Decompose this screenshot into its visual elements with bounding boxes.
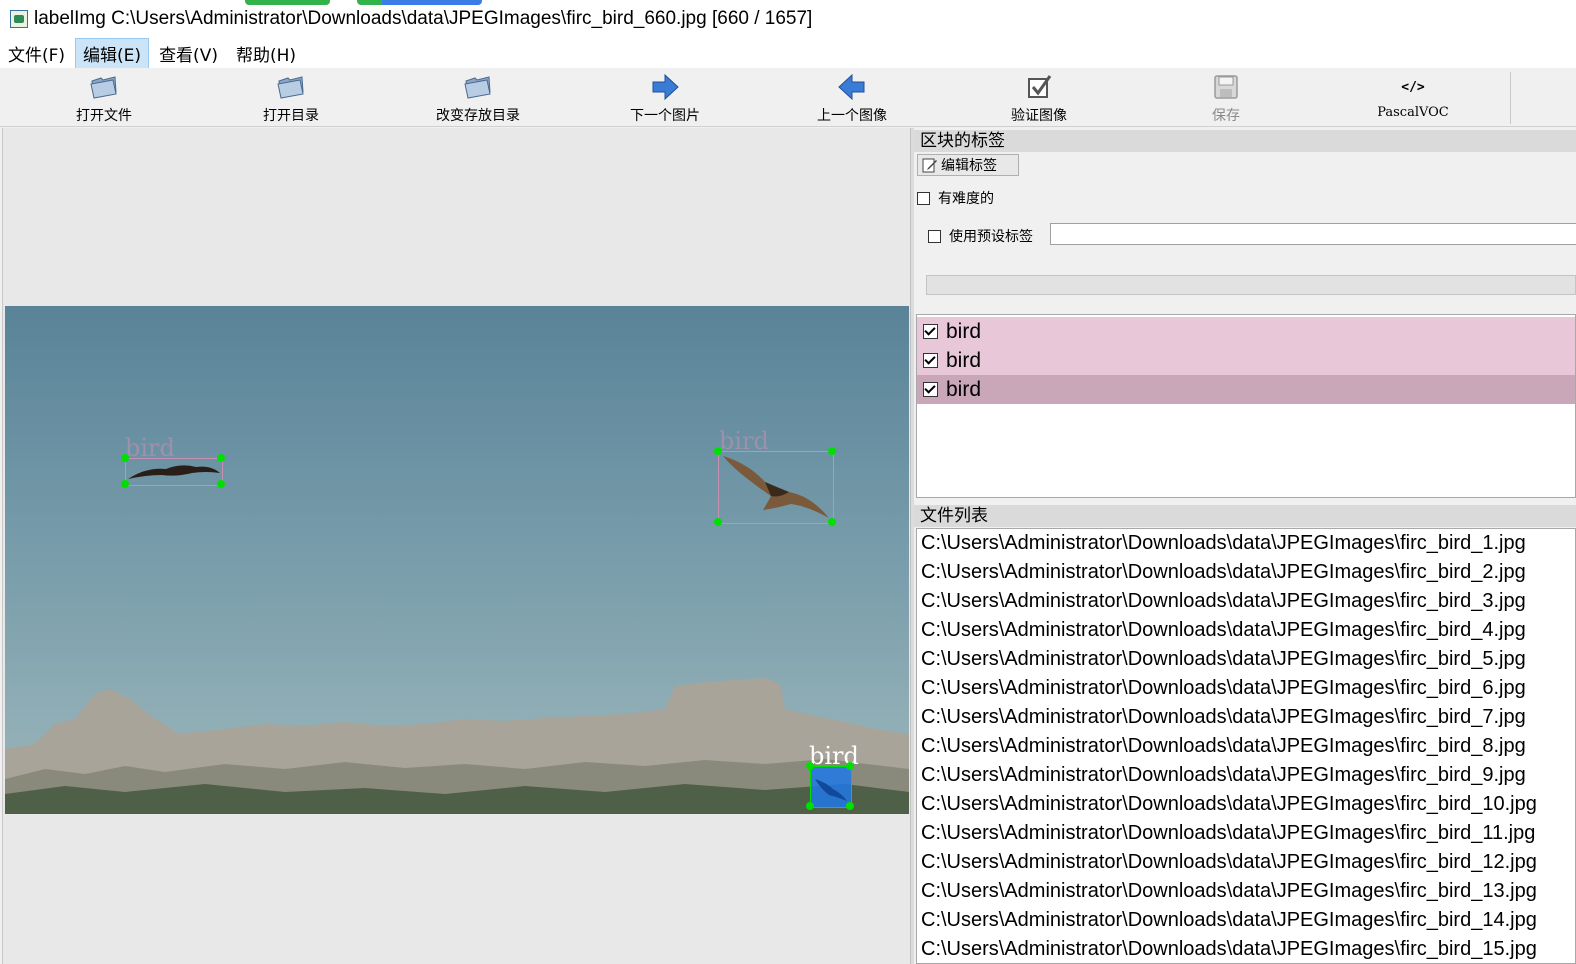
bird-silhouette <box>815 779 847 801</box>
folder-open-icon <box>276 72 306 102</box>
format-toggle-button[interactable]: </> PascalVOC <box>1323 70 1503 124</box>
bbox-handle[interactable] <box>217 454 225 462</box>
menu-help[interactable]: 帮助(H) <box>228 38 304 69</box>
menu-file[interactable]: 文件(F) <box>0 38 73 69</box>
label-list-item[interactable]: bird <box>917 317 1575 346</box>
menu-edit[interactable]: 编辑(E) <box>75 37 150 69</box>
bird-silhouette <box>723 456 829 518</box>
label-visible-checkbox[interactable] <box>923 382 938 397</box>
file-list-item[interactable]: C:\Users\Administrator\Downloads\data\JP… <box>917 906 1575 935</box>
bbox-handle[interactable] <box>714 447 722 455</box>
file-list-item[interactable]: C:\Users\Administrator\Downloads\data\JP… <box>917 645 1575 674</box>
bounding-box[interactable] <box>718 451 834 524</box>
verify-image-label: 验证图像 <box>1011 108 1067 124</box>
label-text: bird <box>946 348 982 372</box>
right-dock: 区块的标签 编辑标签 有难度的 使用预设标签 bird bird bird 文件… <box>914 128 1576 964</box>
image-canvas[interactable]: bird bird bird <box>2 128 911 964</box>
next-image-label: 下一个图片 <box>630 108 700 124</box>
arrow-right-icon <box>650 72 680 102</box>
toolbar-separator <box>1510 72 1511 124</box>
file-list-item[interactable]: C:\Users\Administrator\Downloads\data\JP… <box>917 790 1575 819</box>
change-save-dir-label: 改变存放目录 <box>436 108 520 124</box>
file-list-item[interactable]: C:\Users\Administrator\Downloads\data\JP… <box>917 819 1575 848</box>
file-list-item[interactable]: C:\Users\Administrator\Downloads\data\JP… <box>917 558 1575 587</box>
menu-bar: 文件(F) 编辑(E) 查看(V) 帮助(H) <box>0 37 1576 69</box>
label-list[interactable]: bird bird bird <box>916 314 1576 498</box>
file-list-item[interactable]: C:\Users\Administrator\Downloads\data\JP… <box>917 848 1575 877</box>
save-icon <box>1211 72 1241 102</box>
difficult-row[interactable]: 有难度的 <box>917 188 994 208</box>
app-icon <box>10 10 28 28</box>
open-dir-button[interactable]: 打开目录 <box>201 70 381 124</box>
open-dir-label: 打开目录 <box>263 108 319 124</box>
next-image-button[interactable]: 下一个图片 <box>575 70 755 124</box>
bbox-handle[interactable] <box>121 454 129 462</box>
bbox-handle[interactable] <box>846 762 854 770</box>
default-label-input[interactable] <box>1050 223 1576 245</box>
bbox-handle[interactable] <box>121 480 129 488</box>
file-list-item[interactable]: C:\Users\Administrator\Downloads\data\JP… <box>917 674 1575 703</box>
file-list-item[interactable]: C:\Users\Administrator\Downloads\data\JP… <box>917 587 1575 616</box>
prev-image-label: 上一个图像 <box>817 108 887 124</box>
label-text: bird <box>946 377 982 401</box>
window-title: labelImg C:\Users\Administrator\Download… <box>34 8 813 29</box>
code-icon: </> <box>1401 79 1425 95</box>
checkbox-verify-icon <box>1024 72 1054 102</box>
file-list-item[interactable]: C:\Users\Administrator\Downloads\data\JP… <box>917 703 1575 732</box>
use-default-label-row[interactable]: 使用预设标签 <box>928 226 1033 246</box>
file-list-item[interactable]: C:\Users\Administrator\Downloads\data\JP… <box>917 616 1575 645</box>
bounding-box[interactable] <box>125 458 223 486</box>
status-bar-strip <box>926 275 1576 295</box>
open-file-button[interactable]: 打开文件 <box>14 70 194 124</box>
menu-view[interactable]: 查看(V) <box>151 38 226 69</box>
label-list-item[interactable]: bird <box>917 346 1575 375</box>
label-text: bird <box>946 319 982 343</box>
file-list[interactable]: C:\Users\Administrator\Downloads\data\JP… <box>916 528 1576 964</box>
open-file-label: 打开文件 <box>76 108 132 124</box>
use-default-label-text: 使用预设标签 <box>949 229 1033 245</box>
label-visible-checkbox[interactable] <box>923 324 938 339</box>
bounding-box-selected[interactable] <box>810 766 852 808</box>
bbox-handle[interactable] <box>828 447 836 455</box>
format-label: PascalVOC <box>1377 105 1449 120</box>
edit-label-button[interactable]: 编辑标签 <box>917 154 1019 176</box>
change-save-dir-button[interactable]: 改变存放目录 <box>388 70 568 124</box>
bbox-handle[interactable] <box>217 480 225 488</box>
verify-image-button[interactable]: 验证图像 <box>949 70 1129 124</box>
window-accent-bar <box>357 0 482 5</box>
edit-pencil-icon <box>922 158 937 173</box>
file-list-item[interactable]: C:\Users\Administrator\Downloads\data\JP… <box>917 732 1575 761</box>
window-accent-bar <box>245 0 330 5</box>
box-labels-dock-title: 区块的标签 <box>914 130 1576 152</box>
arrow-left-icon <box>837 72 867 102</box>
folder-open-icon <box>89 72 119 102</box>
label-list-item-selected[interactable]: bird <box>917 375 1575 404</box>
bbox-handle[interactable] <box>846 802 854 810</box>
title-bar: labelImg C:\Users\Administrator\Download… <box>0 0 1576 38</box>
file-list-item[interactable]: C:\Users\Administrator\Downloads\data\JP… <box>917 935 1575 963</box>
file-list-dock-title: 文件列表 <box>914 505 1576 527</box>
mountain-scenery <box>5 678 909 814</box>
bbox-handle[interactable] <box>828 518 836 526</box>
bbox-handle[interactable] <box>714 518 722 526</box>
annotated-image[interactable] <box>5 306 909 814</box>
save-button[interactable]: 保存 <box>1136 70 1316 124</box>
use-default-label-checkbox[interactable] <box>928 229 941 243</box>
prev-image-button[interactable]: 上一个图像 <box>762 70 942 124</box>
edit-label-text: 编辑标签 <box>941 158 997 174</box>
folder-open-icon <box>463 72 493 102</box>
toolbar: 打开文件 打开目录 改变存放目录 下一个图片 上一个图像 验证图像 保存 </>… <box>0 68 1576 127</box>
file-list-item[interactable]: C:\Users\Administrator\Downloads\data\JP… <box>917 529 1575 558</box>
file-list-item[interactable]: C:\Users\Administrator\Downloads\data\JP… <box>917 877 1575 906</box>
save-label: 保存 <box>1212 108 1240 124</box>
bird-silhouette <box>128 465 220 479</box>
difficult-label: 有难度的 <box>938 191 994 207</box>
difficult-checkbox[interactable] <box>917 191 930 205</box>
file-list-item[interactable]: C:\Users\Administrator\Downloads\data\JP… <box>917 761 1575 790</box>
bbox-handle[interactable] <box>806 762 814 770</box>
label-visible-checkbox[interactable] <box>923 353 938 368</box>
bbox-handle[interactable] <box>806 802 814 810</box>
